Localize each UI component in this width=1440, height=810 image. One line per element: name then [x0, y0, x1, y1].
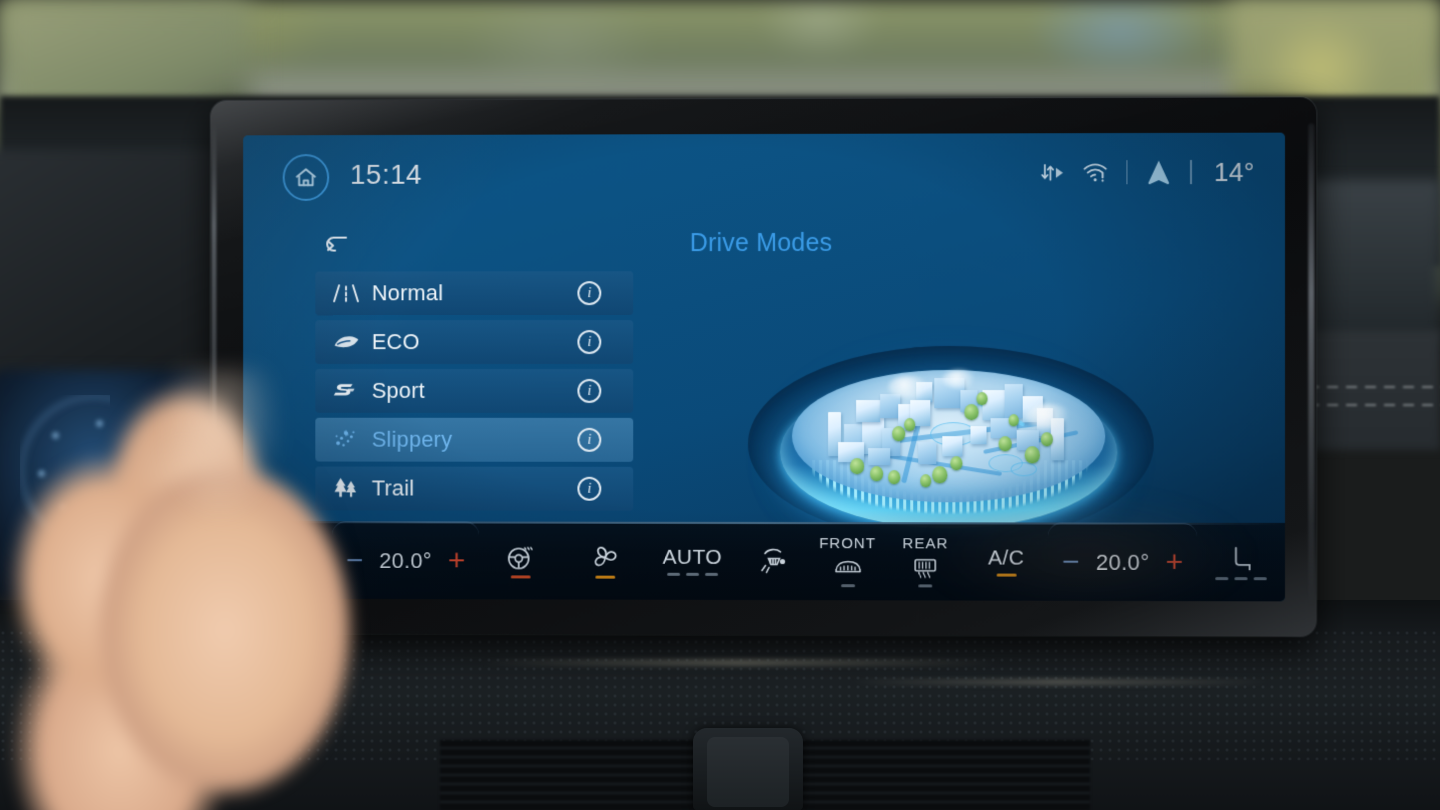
seat-heat-level-indicator: [1215, 577, 1267, 581]
heated-steering-active-indicator: [510, 575, 531, 579]
status-divider: [1126, 160, 1128, 185]
data-transfer-icon: [1039, 161, 1063, 183]
passenger-temp-increase-button[interactable]: +: [1166, 545, 1184, 578]
info-slot: i: [577, 369, 617, 418]
fan-active-indicator: [594, 575, 615, 579]
road-lane-icon: [332, 280, 366, 306]
rear-label: REAR: [902, 535, 949, 553]
status-bar: 15:14 14°: [243, 133, 1285, 209]
trim-highlight: [850, 680, 1270, 684]
home-button[interactable]: [282, 154, 330, 201]
fan-speed-button[interactable]: [562, 522, 648, 600]
info-slot: i: [577, 418, 617, 467]
status-divider: [1190, 159, 1192, 185]
navigation-arrow-icon: [1146, 158, 1172, 186]
air-vent-right: [800, 740, 1090, 810]
fan-icon: [588, 543, 622, 573]
info-button-sport[interactable]: i: [577, 378, 602, 403]
auto-label: AUTO: [662, 546, 723, 570]
auto-level-indicator: [666, 572, 718, 576]
disc-surface: [792, 370, 1106, 503]
ac-button[interactable]: A/C: [964, 522, 1048, 600]
heated-steering-wheel-button[interactable]: [479, 522, 562, 600]
info-slot: i: [577, 467, 617, 516]
bezel-edge-right: [1308, 123, 1315, 607]
auto-climate-button[interactable]: AUTO: [648, 522, 736, 600]
home-icon: [294, 165, 319, 190]
passenger-temperature-value: 20.0°: [1095, 549, 1150, 575]
front-defrost-indicator: [840, 584, 855, 587]
info-button-slippery[interactable]: i: [577, 427, 602, 452]
heated-seat-button[interactable]: [1197, 523, 1285, 602]
car-interior-scene: 15:14 14° Drive Modes Normal i i i i i +…: [0, 0, 1440, 810]
info-slot: i: [577, 271, 617, 320]
ac-label: A/C: [987, 546, 1025, 570]
info-button-normal[interactable]: i: [577, 281, 602, 306]
info-button-eco[interactable]: i: [577, 330, 602, 355]
airflow-direction-icon: [756, 546, 790, 576]
page-title: Drive Modes: [689, 228, 833, 258]
driver-temp-increase-button[interactable]: +: [448, 544, 465, 577]
airflow-direction-button[interactable]: [736, 522, 808, 600]
heated-seat-icon: [1227, 544, 1255, 574]
outside-temperature: 14°: [1214, 156, 1255, 187]
ac-active-indicator: [996, 573, 1017, 577]
rear-defrost-icon: [909, 556, 941, 582]
info-button-trail[interactable]: i: [577, 476, 602, 501]
rear-defrost-button[interactable]: REAR: [887, 522, 965, 600]
trim-highlight: [480, 660, 1000, 665]
info-slot: i: [577, 320, 617, 369]
passenger-temp-decrease-button[interactable]: −: [1062, 545, 1080, 578]
clock: 15:14: [349, 158, 422, 190]
air-vent-left: [440, 740, 695, 810]
wifi-icon: [1082, 161, 1108, 183]
info-button-column: iiiii: [577, 271, 617, 516]
passenger-temperature-group: − 20.0° +: [1047, 522, 1198, 602]
front-defrost-icon: [831, 555, 865, 581]
hazard-button[interactable]: [707, 737, 789, 807]
front-label: FRONT: [819, 535, 876, 553]
drive-mode-label: Normal: [371, 280, 444, 306]
rear-defrost-indicator: [918, 584, 933, 588]
front-defrost-button[interactable]: FRONT: [809, 522, 887, 600]
heated-steering-wheel-icon: [505, 542, 535, 572]
status-icons: 14°: [1039, 155, 1255, 190]
finger-highlight: [170, 370, 280, 520]
city-buildings: [792, 370, 1105, 503]
